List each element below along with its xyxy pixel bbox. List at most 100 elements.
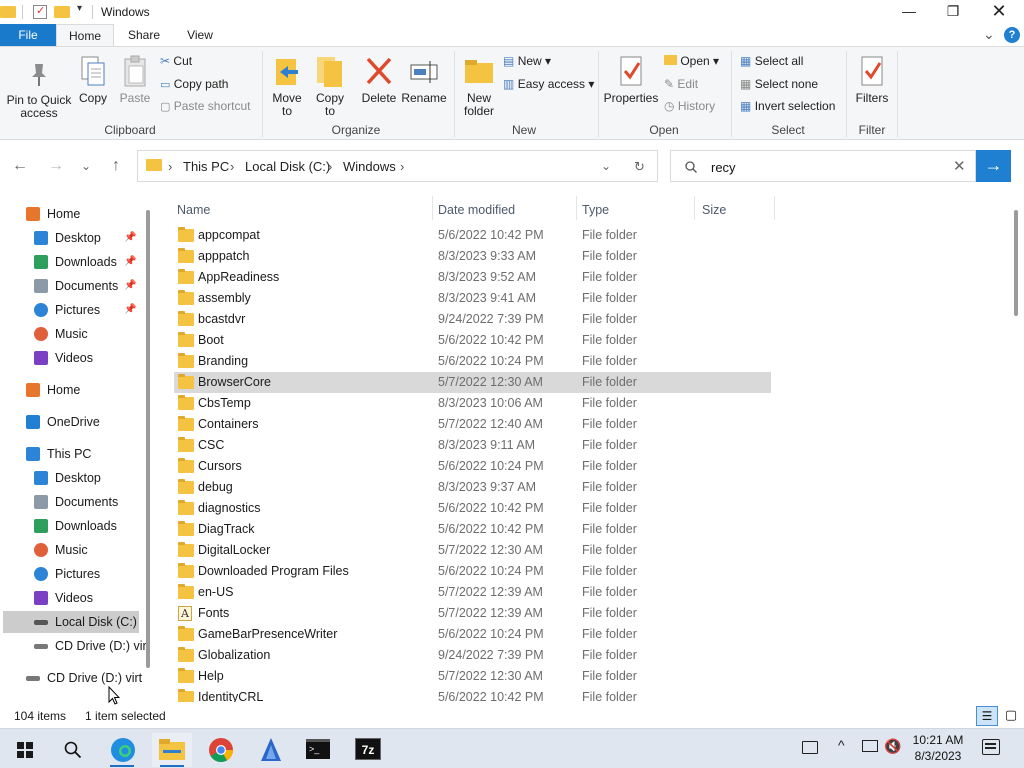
new-folder-button[interactable]: New folder xyxy=(458,55,500,118)
file-list-scrollbar[interactable] xyxy=(1014,210,1018,316)
refresh-icon[interactable]: ↻ xyxy=(634,159,645,175)
delete-button[interactable]: Delete xyxy=(360,55,398,105)
file-row[interactable]: assembly 8/3/2023 9:41 AM File folder xyxy=(174,288,771,309)
column-header-date-modified[interactable]: Date modified xyxy=(438,200,515,220)
show-hidden-icons-chevron-icon[interactable]: ^ xyxy=(838,737,845,753)
action-center-app-icon[interactable] xyxy=(802,741,818,754)
file-row[interactable]: Containers 5/7/2022 12:40 AM File folder xyxy=(174,414,771,435)
search-go-arrow-icon[interactable]: → xyxy=(976,150,1011,182)
breadcrumb-separator-icon[interactable]: › xyxy=(400,159,404,174)
column-header-name[interactable]: Name xyxy=(177,200,210,220)
file-row[interactable]: DiagTrack 5/6/2022 10:42 PM File folder xyxy=(174,519,771,540)
divider[interactable] xyxy=(694,196,695,220)
forward-arrow-icon[interactable]: → xyxy=(46,157,66,175)
select-all-button[interactable]: ▦ Select all xyxy=(740,55,803,68)
nav-item[interactable]: Desktop 📌 xyxy=(32,227,136,249)
nav-item[interactable]: CD Drive (D:) vir xyxy=(32,635,146,657)
breadcrumb-separator-icon[interactable]: › xyxy=(328,159,332,174)
file-row[interactable]: en-US 5/7/2022 12:39 AM File folder xyxy=(174,582,771,603)
address-history-chevron-icon[interactable]: ⌄ xyxy=(601,159,611,173)
file-row[interactable]: Boot 5/6/2022 10:42 PM File folder xyxy=(174,330,771,351)
divider[interactable] xyxy=(774,196,775,220)
nav-item[interactable]: Downloads 📌 xyxy=(32,251,136,273)
cut-button[interactable]: ✂ Cut xyxy=(160,55,192,68)
taskbar-search-button[interactable] xyxy=(52,733,92,767)
recent-locations-chevron-icon[interactable]: ⌄ xyxy=(76,157,96,175)
nav-item[interactable]: CD Drive (D:) virt xyxy=(24,667,142,689)
search-box[interactable]: ✕ xyxy=(670,150,976,182)
nav-item[interactable]: OneDrive xyxy=(24,411,100,433)
nav-item[interactable]: Pictures 📌 xyxy=(32,299,136,321)
properties-button[interactable]: Properties xyxy=(602,55,660,105)
clear-search-icon[interactable]: ✕ xyxy=(953,157,966,175)
nav-item[interactable]: Music xyxy=(32,323,88,345)
nav-item[interactable]: Videos xyxy=(32,347,93,369)
large-icons-view-icon[interactable]: ▢ xyxy=(1000,706,1022,726)
history-button[interactable]: ◷ History xyxy=(664,100,715,113)
taskbar-terminal[interactable]: >_ xyxy=(298,733,338,767)
pin-to-quick-access-button[interactable]: Pin to Quick access xyxy=(4,61,74,120)
edit-button[interactable]: ✎ Edit xyxy=(664,78,698,91)
maximize-button[interactable]: ❐ xyxy=(930,0,976,24)
close-button[interactable]: ✕ xyxy=(976,0,1022,24)
paste-shortcut-button[interactable]: ▢ Paste shortcut xyxy=(160,100,250,114)
collapse-ribbon-icon[interactable]: ⌄ xyxy=(983,26,995,43)
tab-share[interactable]: Share xyxy=(122,24,166,46)
file-row[interactable]: apppatch 8/3/2023 9:33 AM File folder xyxy=(174,246,771,267)
divider[interactable] xyxy=(576,196,577,220)
file-row[interactable]: Cursors 5/6/2022 10:24 PM File folder xyxy=(174,456,771,477)
nav-item[interactable]: Videos xyxy=(32,587,93,609)
nav-item[interactable]: Desktop xyxy=(32,467,101,489)
column-header-size[interactable]: Size xyxy=(702,200,726,220)
customize-quick-access-icon[interactable]: ▾ xyxy=(77,3,87,17)
file-row[interactable]: BrowserCore 5/7/2022 12:30 AM File folder xyxy=(174,372,771,393)
nav-item[interactable]: This PC xyxy=(24,443,91,465)
taskbar-7zip[interactable]: 7z xyxy=(348,733,388,767)
help-icon[interactable]: ? xyxy=(1004,27,1020,43)
file-row[interactable]: CSC 8/3/2023 9:11 AM File folder xyxy=(174,435,771,456)
file-row[interactable]: debug 8/3/2023 9:37 AM File folder xyxy=(174,477,771,498)
open-button[interactable]: Open ▾ xyxy=(664,55,719,68)
nav-item[interactable]: Documents xyxy=(32,491,118,513)
new-item-button[interactable]: ▤ New ▾ xyxy=(503,55,551,68)
file-row[interactable]: Downloaded Program Files 5/6/2022 10:24 P… xyxy=(174,561,771,582)
taskbar-app[interactable] xyxy=(250,733,290,767)
file-row[interactable]: diagnostics 5/6/2022 10:42 PM File folder xyxy=(174,498,771,519)
address-bar[interactable]: › This PC › Local Disk (C:) › Windows › … xyxy=(137,150,658,182)
easy-access-button[interactable]: ▥ Easy access ▾ xyxy=(503,78,594,91)
nav-item[interactable]: Local Disk (C:) xyxy=(3,611,139,633)
up-arrow-icon[interactable]: ↑ xyxy=(106,157,126,175)
divider[interactable] xyxy=(432,196,433,220)
minimize-button[interactable]: — xyxy=(886,0,932,24)
column-header-type[interactable]: Type xyxy=(582,200,609,220)
breadcrumb-separator-icon[interactable]: › xyxy=(230,159,234,174)
properties-check-icon[interactable]: ✓ xyxy=(33,5,47,19)
copy-button[interactable]: Copy xyxy=(76,55,110,105)
rename-button[interactable]: Rename xyxy=(401,55,447,105)
file-row[interactable]: AppReadiness 8/3/2023 9:52 AM File folder xyxy=(174,267,771,288)
file-row[interactable]: bcastdvr 9/24/2022 7:39 PM File folder xyxy=(174,309,771,330)
breadcrumb-local-disk[interactable]: Local Disk (C:) xyxy=(245,159,330,174)
nav-item[interactable]: Pictures xyxy=(32,563,100,585)
file-row[interactable]: IdentityCRL 5/6/2022 10:42 PM File folder xyxy=(174,687,771,702)
nav-item[interactable]: Music xyxy=(32,539,88,561)
nav-item[interactable]: Documents 📌 xyxy=(32,275,136,297)
nav-item[interactable]: Downloads xyxy=(32,515,117,537)
taskbar-clock[interactable]: 10:21 AM 8/3/2023 xyxy=(900,732,976,764)
notifications-icon[interactable] xyxy=(982,739,1000,755)
select-none-button[interactable]: ▦ Select none xyxy=(740,78,818,91)
paste-button[interactable]: Paste xyxy=(118,55,152,105)
copy-path-button[interactable]: ▭ Copy path xyxy=(160,78,228,92)
invert-selection-button[interactable]: ▦ Invert selection xyxy=(740,100,835,113)
breadcrumb-this-pc[interactable]: This PC xyxy=(183,159,229,174)
nav-item[interactable]: Home xyxy=(24,379,80,401)
details-view-icon[interactable]: ☰ xyxy=(976,706,998,726)
volume-muted-icon[interactable]: 🔇 xyxy=(884,738,901,755)
file-row[interactable]: Globalization 9/24/2022 7:39 PM File folde… xyxy=(174,645,771,666)
new-folder-quick-icon[interactable] xyxy=(54,6,70,18)
filters-button[interactable]: Filters xyxy=(852,55,892,105)
taskbar-file-explorer[interactable] xyxy=(152,733,192,767)
tab-file[interactable]: File xyxy=(0,24,56,46)
back-arrow-icon[interactable]: ← xyxy=(10,157,30,175)
breadcrumb-separator-icon[interactable]: › xyxy=(168,159,172,174)
